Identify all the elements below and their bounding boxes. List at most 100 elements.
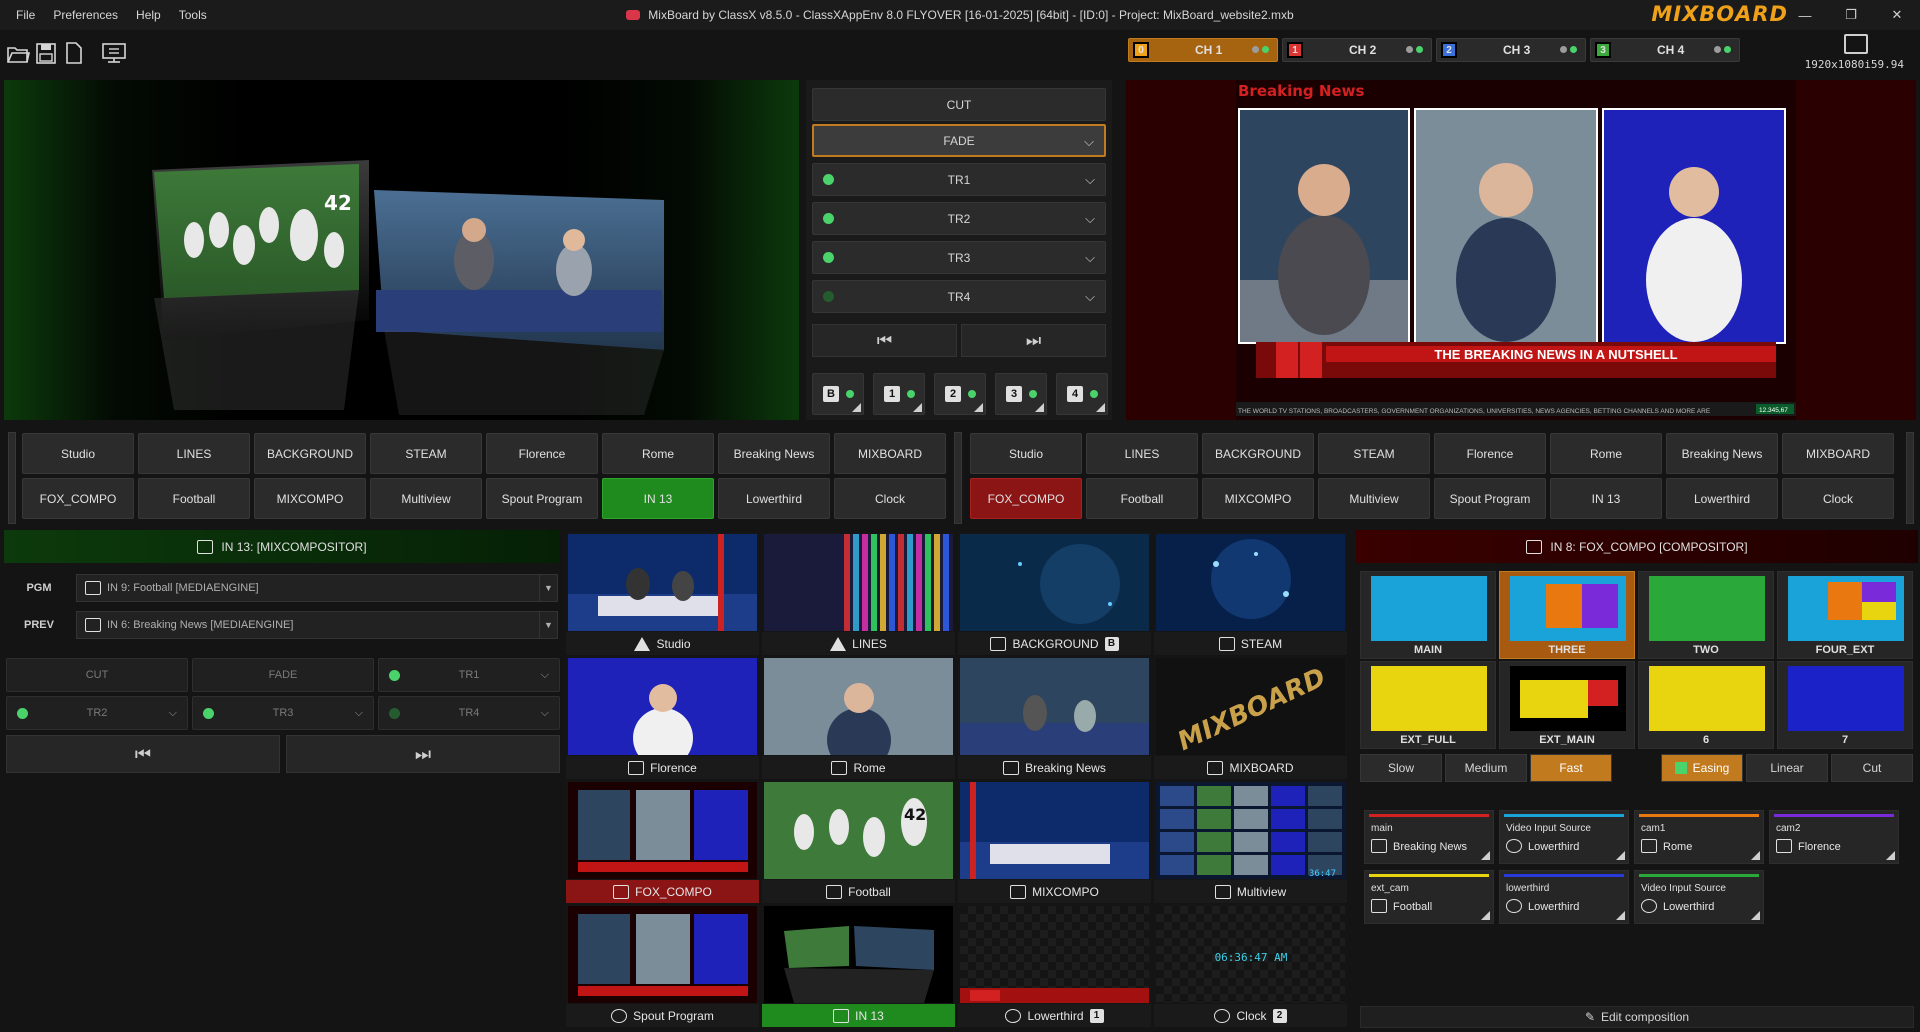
chevron-down-icon[interactable]: ⌵ [169,707,177,720]
corner-menu-icon[interactable] [1751,851,1760,860]
dropdown-arrow-icon[interactable]: ▼ [539,575,557,601]
thumbnail-spout-program[interactable]: Spout Program [566,904,759,1027]
source-slot-cam1[interactable]: cam1 Rome [1634,810,1764,864]
thumbnail-football[interactable]: 42 Football [762,780,955,903]
preview-input-mixboard[interactable]: MIXBOARD [834,433,946,474]
corner-menu-icon[interactable] [913,403,922,412]
preview-input-background[interactable]: BACKGROUND [254,433,366,474]
mix-tr3-button[interactable]: TR3 ⌵ [192,696,374,730]
preview-input-clock[interactable]: Clock [834,478,946,519]
tr3-button[interactable]: TR3 ⌵ [812,241,1106,274]
program-input-football[interactable]: Football [1086,478,1198,519]
thumbnail-breaking-news[interactable]: Breaking News [958,656,1151,779]
pgm-select[interactable]: IN 9: Football [MEDIAENGINE] ▼ [76,574,558,602]
corner-menu-icon[interactable] [1751,911,1760,920]
tr2-button[interactable]: TR2 ⌵ [812,202,1106,235]
program-input-fox_compo[interactable]: FOX_COMPO [970,478,1082,519]
close-button[interactable]: ✕ [1874,0,1920,30]
layout-three[interactable]: THREE [1499,571,1635,659]
thumbnail-lines[interactable]: LINES [762,532,955,655]
edit-composition-button[interactable]: ✎ Edit composition [1360,1006,1914,1028]
corner-menu-icon[interactable] [1616,851,1625,860]
thumbnail-steam[interactable]: STEAM [1154,532,1347,655]
preview-input-studio[interactable]: Studio [22,433,134,474]
layout-ext_full[interactable]: EXT_FULL [1360,661,1496,749]
speed-fast-button[interactable]: Fast [1530,754,1612,782]
layout-main[interactable]: MAIN [1360,571,1496,659]
bus-1-button[interactable]: 1 [873,373,925,415]
mix-tr1-button[interactable]: TR1 ⌵ [378,658,560,692]
corner-menu-icon[interactable] [852,403,861,412]
program-input-spout-program[interactable]: Spout Program [1434,478,1546,519]
preview-input-steam[interactable]: STEAM [370,433,482,474]
channel-3-button[interactable]: 2 CH 3 [1436,38,1586,62]
corner-menu-icon[interactable] [1096,403,1105,412]
speed-medium-button[interactable]: Medium [1445,754,1527,782]
chevron-down-icon[interactable]: ⌵ [355,707,363,720]
chevron-down-icon[interactable]: ⌵ [1085,172,1095,188]
preview-input-lowerthird[interactable]: Lowerthird [718,478,830,519]
chevron-down-icon[interactable]: ⌵ [541,707,549,720]
cut-button[interactable]: CUT [812,88,1106,121]
curve-cut-button[interactable]: Cut [1831,754,1913,782]
preview-input-in-13[interactable]: IN 13 [602,478,714,519]
thumbnail-in-13[interactable]: IN 13 [762,904,955,1027]
program-input-background[interactable]: BACKGROUND [1202,433,1314,474]
preview-input-breaking-news[interactable]: Breaking News [718,433,830,474]
thumbnail-florence[interactable]: Florence [566,656,759,779]
layout-7[interactable]: 7 [1777,661,1913,749]
preview-input-rome[interactable]: Rome [602,433,714,474]
menu-tools[interactable]: Tools [179,8,207,22]
chevron-down-icon[interactable]: ⌵ [1084,134,1094,150]
mix-skip-back-button[interactable]: ⏮ [6,735,280,773]
chevron-down-icon[interactable]: ⌵ [541,669,549,682]
corner-menu-icon[interactable] [1035,403,1044,412]
thumbnail-fox_compo[interactable]: FOX_COMPO [566,780,759,903]
corner-menu-icon[interactable] [1616,911,1625,920]
preview-input-football[interactable]: Football [138,478,250,519]
corner-menu-icon[interactable] [1481,851,1490,860]
curve-linear-button[interactable]: Linear [1746,754,1828,782]
menu-preferences[interactable]: Preferences [53,8,118,22]
program-input-steam[interactable]: STEAM [1318,433,1430,474]
speed-slow-button[interactable]: Slow [1360,754,1442,782]
source-slot-main[interactable]: main Breaking News [1364,810,1494,864]
skip-forward-button[interactable]: ⏭ [961,324,1106,357]
skip-back-button[interactable]: ⏮ [812,324,957,357]
tr4-button[interactable]: TR4 ⌵ [812,280,1106,313]
chevron-down-icon[interactable]: ⌵ [1085,211,1095,227]
thumbnail-mixcompo[interactable]: MIXCOMPO [958,780,1151,903]
thumbnail-rome[interactable]: Rome [762,656,955,779]
monitor-settings-icon[interactable] [100,40,128,66]
layout-6[interactable]: 6 [1638,661,1774,749]
prev-select[interactable]: IN 6: Breaking News [MEDIAENGINE] ▼ [76,611,558,639]
source-slot-video-input-source[interactable]: Video Input Source Lowerthird [1499,810,1629,864]
source-slot-lowerthird[interactable]: lowerthird Lowerthird [1499,870,1629,924]
menu-help[interactable]: Help [136,8,161,22]
menu-file[interactable]: File [16,8,35,22]
layout-two[interactable]: TWO [1638,571,1774,659]
program-input-mixcompo[interactable]: MIXCOMPO [1202,478,1314,519]
thumbnail-studio[interactable]: Studio [566,532,759,655]
program-input-in-13[interactable]: IN 13 [1550,478,1662,519]
mix-tr2-button[interactable]: TR2 ⌵ [6,696,188,730]
mix-fade-button[interactable]: FADE [192,658,374,692]
source-slot-video-input-source[interactable]: Video Input Source Lowerthird [1634,870,1764,924]
preview-input-lines[interactable]: LINES [138,433,250,474]
thumbnail-mixboard[interactable]: MIXBOARD MIXBOARD [1154,656,1347,779]
bus-2-button[interactable]: 2 [934,373,986,415]
fade-button[interactable]: FADE ⌵ [812,124,1106,157]
corner-menu-icon[interactable] [1886,851,1895,860]
channel-2-button[interactable]: 1 CH 2 [1282,38,1432,62]
bus-4-button[interactable]: 4 [1056,373,1108,415]
dropdown-arrow-icon[interactable]: ▼ [539,612,557,638]
save-icon[interactable] [34,40,58,66]
preview-input-fox_compo[interactable]: FOX_COMPO [22,478,134,519]
new-file-icon[interactable] [62,40,86,66]
program-input-studio[interactable]: Studio [970,433,1082,474]
curve-easing-button[interactable]: Easing [1661,754,1743,782]
center-scroll-handle[interactable] [954,432,962,524]
fullscreen-icon[interactable] [1844,34,1868,54]
chevron-down-icon[interactable]: ⌵ [1085,289,1095,305]
mix-cut-button[interactable]: CUT [6,658,188,692]
